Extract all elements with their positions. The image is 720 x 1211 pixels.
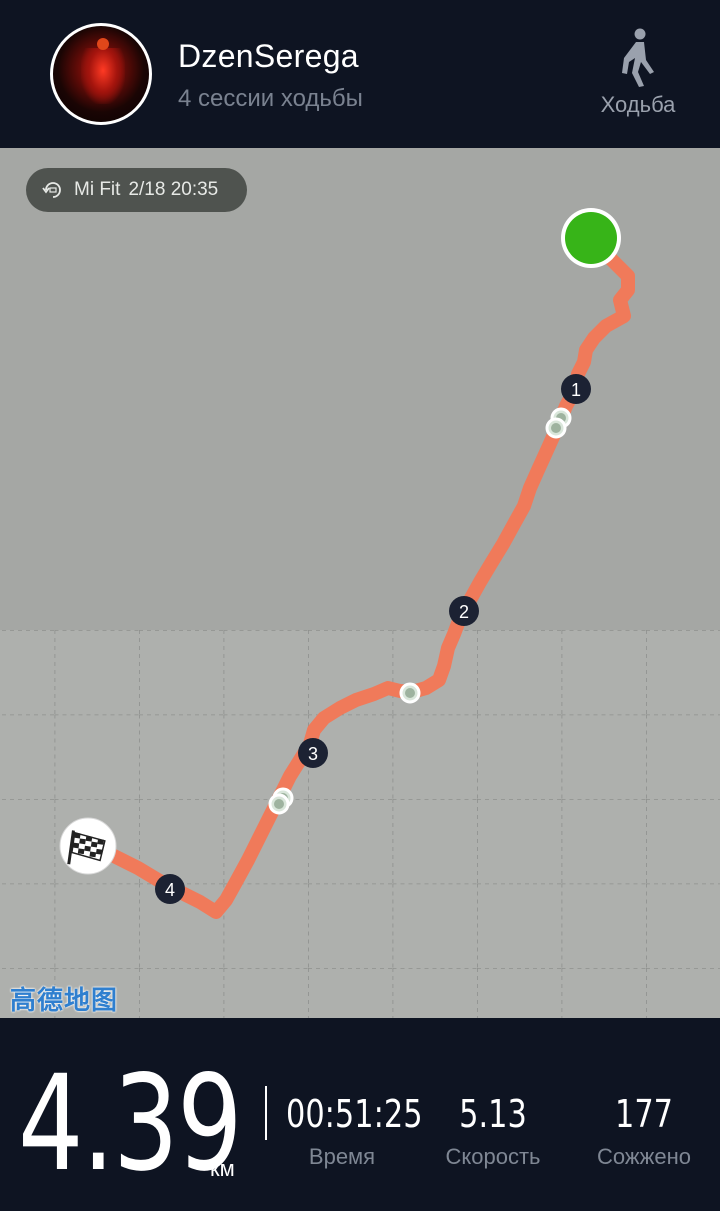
km-marker-4-label: 4: [165, 880, 175, 900]
map-grid: [0, 630, 720, 1018]
speed-label: Скорость: [445, 1144, 541, 1169]
km-marker-2[interactable]: 2: [449, 596, 479, 626]
duration-label: Время: [308, 1144, 376, 1169]
distance-unit: км: [210, 1156, 235, 1181]
start-marker[interactable]: [561, 208, 621, 268]
activity-label: Ходьба: [600, 92, 676, 117]
route-layer: 1 2 3 4: [0, 208, 720, 1018]
km-marker-1-label: 1: [571, 380, 581, 400]
duration-value: 00:51:25: [286, 1092, 423, 1136]
pause-point: [399, 682, 421, 704]
distance-value: 4.39: [18, 1047, 243, 1201]
km-marker-2-label: 2: [459, 602, 469, 622]
activity-type[interactable]: Ходьба: [596, 28, 680, 118]
km-marker-1[interactable]: 1: [561, 374, 591, 404]
username: DzenSerega: [178, 38, 359, 74]
header: DzenSerega 4 сессии ходьбы Ходьба: [0, 0, 720, 148]
pause-point: [545, 417, 567, 439]
km-marker-4[interactable]: 4: [155, 874, 185, 904]
finish-marker[interactable]: [59, 817, 117, 875]
speed-value: 5.13: [459, 1092, 527, 1136]
sessions-count: 4 сессии ходьбы: [178, 85, 363, 112]
speed-stat: 5.13 Скорость: [433, 1092, 553, 1170]
walking-person-icon: [622, 28, 654, 87]
calories-stat: 177 Сожжено: [586, 1092, 702, 1170]
stats-divider: [265, 1086, 267, 1140]
session-datetime: 2/18 20:35: [128, 179, 219, 200]
map-provider-logo: 高德地图: [10, 985, 119, 1015]
avatar[interactable]: [50, 23, 152, 125]
km-marker-3-label: 3: [308, 744, 318, 764]
duration-stat: 00:51:25 Время: [272, 1092, 423, 1170]
session-source: Mi Fit: [74, 179, 121, 200]
session-source-badge: Mi Fit 2/18 20:35: [26, 168, 247, 212]
calories-value: 177: [614, 1092, 674, 1136]
sync-icon: [42, 182, 61, 198]
stats-panel: 4.39 км 00:51:25 Время 5.13 Скорость 177…: [0, 1018, 720, 1211]
km-marker-3[interactable]: 3: [298, 738, 328, 768]
calories-label: Сожжено: [597, 1144, 691, 1169]
route-map[interactable]: 1 2 3 4 Mi Fit 2/18 20:35 高德地图: [0, 148, 720, 1018]
avatar-figure: [81, 48, 125, 104]
avatar-figure-head: [97, 38, 109, 50]
pause-point: [268, 793, 290, 815]
